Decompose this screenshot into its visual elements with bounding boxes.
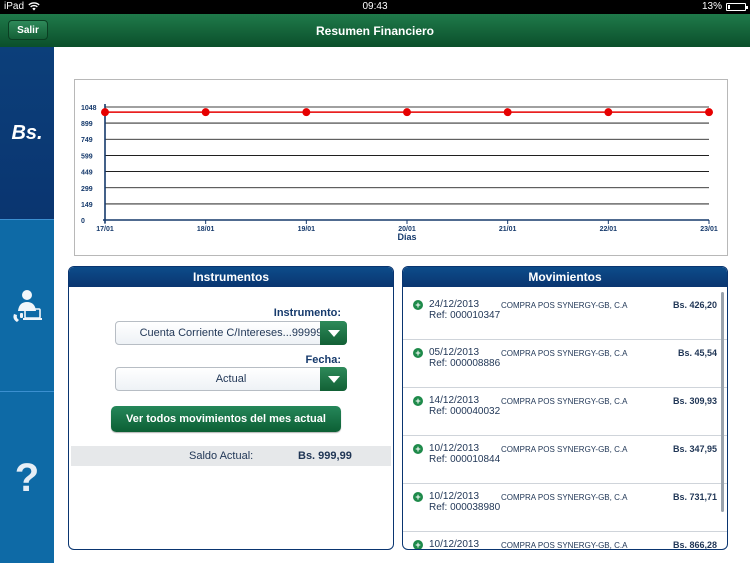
movimiento-amount: Bs. 426,20 xyxy=(672,300,717,310)
movimiento-amount: Bs. 347,95 xyxy=(672,444,717,454)
x-tick-label: 18/01 xyxy=(197,226,215,233)
movimiento-date: 24/12/2013 xyxy=(429,299,480,310)
saldo-label: Saldo Actual: xyxy=(189,450,254,462)
movimiento-row[interactable]: +10/12/2013 Ref: 000038980 COMPRA POS SYNE… xyxy=(403,484,727,532)
movimiento-description: COMPRA POS SYNERGY-GB, C.A xyxy=(501,541,628,550)
battery-percent: 13% xyxy=(701,1,722,12)
movimiento-description: COMPRA POS SYNERGY-GB, C.A xyxy=(501,349,628,358)
movimiento-description: COMPRA POS SYNERGY-GB, C.A xyxy=(501,445,628,454)
movimiento-date: 14/12/2013 xyxy=(429,395,480,406)
instrumento-value: Cuenta Corriente C/Intereses...99999 xyxy=(139,327,323,339)
saldo-actual-row: Saldo Actual: Bs. 999,99 xyxy=(71,446,391,466)
movimiento-ref: Ref: 000010347 xyxy=(429,310,501,321)
movimiento-amount: Bs. 45,54 xyxy=(677,348,717,358)
chevron-down-icon xyxy=(327,375,340,383)
status-time: 09:43 xyxy=(362,1,388,12)
x-tick-label: 17/01 xyxy=(96,226,114,233)
movimiento-date: 10/12/2013 xyxy=(429,443,480,454)
instrumentos-header: Instrumentos xyxy=(69,267,393,287)
battery-fill xyxy=(728,4,731,9)
x-tick-label: 23/01 xyxy=(700,226,718,233)
movimiento-description: COMPRA POS SYNERGY-GB, C.A xyxy=(501,301,628,310)
movimiento-ref: Ref: 000040032 xyxy=(429,406,501,417)
saldo-value: Bs. 999,99 xyxy=(298,450,352,462)
movimiento-description: COMPRA POS SYNERGY-GB, C.A xyxy=(501,493,628,502)
data-point xyxy=(503,108,512,117)
movimiento-ref: Ref: 000008886 xyxy=(429,358,501,369)
instrumento-label: Instrumento: xyxy=(273,307,341,319)
plus-icon: + xyxy=(413,492,423,502)
y-tick-label: 299 xyxy=(81,186,93,193)
x-axis-label: Días xyxy=(397,232,416,242)
data-point xyxy=(201,108,210,117)
movimiento-date: 10/12/2013 xyxy=(429,491,480,502)
plus-icon: + xyxy=(413,348,423,358)
movimiento-row[interactable]: +14/12/2013 Ref: 000040032 COMPRA POS SYNE… xyxy=(403,388,727,436)
x-tick-label: 22/01 xyxy=(600,226,618,233)
y-tick-label: 599 xyxy=(81,153,93,160)
movimiento-row[interactable]: +24/12/2013 Ref: 000010347 COMPRA POS SYNE… xyxy=(403,292,727,340)
y-tick-label: 449 xyxy=(81,170,93,177)
sidebar-item-help[interactable]: ? xyxy=(0,392,54,563)
data-point xyxy=(705,108,713,117)
movimiento-amount: Bs. 309,93 xyxy=(672,396,717,406)
navigation-bar: Salir Resumen Financiero xyxy=(0,14,750,47)
page-title: Resumen Financiero xyxy=(315,24,435,38)
y-tick-label: 899 xyxy=(81,121,93,128)
x-tick-label: 21/01 xyxy=(499,226,517,233)
movimiento-row[interactable]: +10/12/2013 COMPRA POS SYNERGY-GB, C.A Bs.… xyxy=(403,532,727,550)
y-tick-label: 1048 xyxy=(81,105,97,112)
balance-chart: 0 149 299 449 599 749 899 1048 17/01 18/01 19/01 20… xyxy=(74,79,728,256)
movimiento-amount: Bs. 866,28 xyxy=(672,540,717,550)
movimiento-ref: Ref: 000010844 xyxy=(429,454,501,465)
data-point xyxy=(403,108,411,117)
battery-icon xyxy=(726,2,748,11)
fecha-select[interactable]: Actual xyxy=(115,367,347,391)
y-tick-label: 0 xyxy=(81,218,85,225)
plus-icon: + xyxy=(413,396,423,406)
bs-currency-icon: Bs. xyxy=(11,121,43,144)
instrumentos-panel: Instrumentos Instrumento: Cuenta Corrien… xyxy=(68,266,394,550)
sidebar-item-support[interactable] xyxy=(0,220,54,392)
movimiento-row[interactable]: +10/12/2013 Ref: 000010844 COMPRA POS SYNE… xyxy=(403,436,727,484)
fecha-value: Actual xyxy=(215,373,247,385)
chart-svg: 0149299449599749899104817/01 18/01 19/01 20… xyxy=(81,104,718,242)
scrollbar[interactable] xyxy=(721,292,724,512)
plus-icon: + xyxy=(413,300,423,310)
sidebar-item-balance[interactable]: Bs. xyxy=(0,47,54,219)
data-point xyxy=(101,108,109,117)
fecha-label: Fecha: xyxy=(305,354,341,366)
help-icon: ? xyxy=(14,455,40,500)
movimiento-description: COMPRA POS SYNERGY-GB, C.A xyxy=(501,397,628,406)
instrumento-dropdown-button[interactable] xyxy=(320,321,347,345)
movimiento-date: 05/12/2013 xyxy=(429,347,480,358)
movimiento-date: 10/12/2013 xyxy=(429,539,480,550)
ver-movimientos-button[interactable]: Ver todos movimientos del mes actual xyxy=(111,406,341,432)
chevron-down-icon xyxy=(327,329,340,337)
status-bar: iPad 09:43 13% xyxy=(0,0,750,14)
status-right: 13% xyxy=(701,1,748,12)
x-tick-label: 19/01 xyxy=(298,226,316,233)
instrumento-select[interactable]: Cuenta Corriente C/Intereses...99999 xyxy=(115,321,347,345)
fecha-dropdown-button[interactable] xyxy=(320,367,347,391)
movimientos-header: Movimientos xyxy=(403,267,727,287)
movimiento-row[interactable]: +05/12/2013 Ref: 000008886 COMPRA POS SYNE… xyxy=(403,340,727,388)
y-tick-label: 149 xyxy=(81,202,93,209)
plus-icon: + xyxy=(413,540,423,549)
movimiento-ref: Ref: 000038980 xyxy=(429,502,501,513)
y-tick-label: 749 xyxy=(81,137,93,144)
movimientos-panel: Movimientos +24/12/2013 Ref: 000010347 COM… xyxy=(402,266,728,550)
movimiento-amount: Bs. 731,71 xyxy=(672,492,717,502)
data-point xyxy=(604,108,613,117)
sidebar: Bs. ? xyxy=(0,47,54,563)
customer-service-icon xyxy=(13,290,42,322)
plus-icon: + xyxy=(413,444,423,454)
data-point xyxy=(302,108,311,117)
